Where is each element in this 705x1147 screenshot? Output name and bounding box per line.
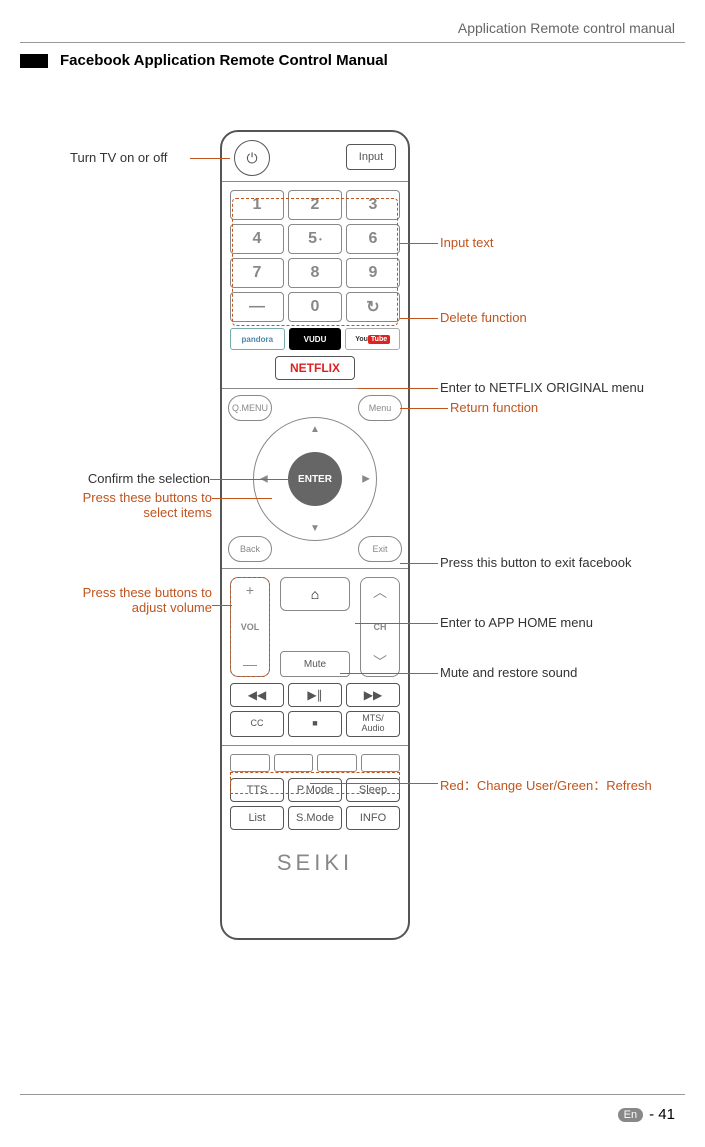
- menu-button[interactable]: Menu: [358, 395, 402, 421]
- youtube-button[interactable]: YouTube: [345, 328, 400, 350]
- numpad-highlight: [232, 198, 398, 326]
- vudu-button[interactable]: VUDU: [289, 328, 342, 350]
- ch-up-icon: ︿: [373, 582, 387, 602]
- rewind-button[interactable]: ◀◀: [230, 683, 284, 707]
- page-number: - 41: [649, 1106, 675, 1123]
- volume-highlight: [230, 577, 270, 677]
- callout-confirm: Confirm the selection: [70, 471, 210, 486]
- callout-volume: Press these buttons to adjust volume: [62, 585, 212, 615]
- forward-icon: ▶▶: [364, 688, 382, 702]
- rewind-icon: ◀◀: [248, 688, 266, 702]
- page-header: Application Remote control manual: [458, 20, 675, 36]
- header-rule: [20, 42, 685, 43]
- extras-section: TTS P.Mode Sleep List S.Mode INFO SEIKI: [222, 746, 408, 904]
- arrow-up-icon[interactable]: ▲: [310, 424, 320, 435]
- green-button[interactable]: [274, 754, 314, 772]
- power-button[interactable]: ⏻: [234, 140, 270, 176]
- callout-power: Turn TV on or off: [70, 150, 167, 165]
- pandora-button[interactable]: pandora: [230, 328, 285, 350]
- back-button[interactable]: Back: [228, 536, 272, 562]
- callout-select: Press these buttons to select items: [62, 490, 212, 520]
- power-icon: ⏻: [246, 150, 257, 167]
- callout-color: Red：Change User/Green：Refresh: [440, 775, 652, 794]
- cc-button[interactable]: CC: [230, 711, 284, 737]
- arrow-right-icon[interactable]: ▶: [362, 474, 370, 485]
- exit-button[interactable]: Exit: [358, 536, 402, 562]
- stop-button[interactable]: ■: [288, 711, 342, 737]
- section-title: Facebook Application Remote Control Manu…: [60, 52, 388, 69]
- stop-icon: ■: [312, 719, 317, 729]
- smode-button[interactable]: S.Mode: [288, 806, 342, 830]
- play-pause-icon: ▶∥: [307, 688, 322, 702]
- ch-down-icon: ﹀: [373, 652, 387, 672]
- callout-delete: Delete function: [440, 310, 527, 325]
- brand-logo: SEIKI: [230, 830, 400, 896]
- info-button[interactable]: INFO: [346, 806, 400, 830]
- yellow-button[interactable]: [317, 754, 357, 772]
- page-footer: En - 41: [618, 1106, 675, 1123]
- arrow-down-icon[interactable]: ▼: [310, 523, 320, 534]
- netflix-button[interactable]: NETFLIX: [275, 356, 355, 380]
- footer-rule: [20, 1094, 685, 1095]
- play-pause-button[interactable]: ▶∥: [288, 683, 342, 707]
- list-button[interactable]: List: [230, 806, 284, 830]
- callout-return: Return function: [450, 400, 538, 415]
- app-row: pandora VUDU YouTube: [230, 328, 400, 350]
- forward-button[interactable]: ▶▶: [346, 683, 400, 707]
- qmenu-button[interactable]: Q.MENU: [228, 395, 272, 421]
- channel-rocker[interactable]: ︿ CH ﹀: [360, 577, 400, 677]
- section-title-bar: [20, 54, 48, 68]
- remote-body: ⏻ Input 1 2 3 4 5• 6 7 8 9 — 0 ↻ pandora…: [220, 130, 410, 940]
- enter-button[interactable]: ENTER: [288, 452, 342, 506]
- callout-mute: Mute and restore sound: [440, 665, 577, 680]
- media-section: + VOL — ⌂ Mute ︿ CH ﹀ ◀◀ ▶∥ ▶▶ CC ■ MTS/…: [222, 569, 408, 746]
- red-button[interactable]: [230, 754, 270, 772]
- lang-badge: En: [618, 1108, 643, 1122]
- home-icon: ⌂: [311, 586, 319, 602]
- callout-exit: Press this button to exit facebook: [440, 555, 632, 570]
- callout-input-text: Input text: [440, 235, 493, 250]
- blue-button[interactable]: [361, 754, 401, 772]
- callout-home: Enter to APP HOME menu: [440, 615, 593, 630]
- input-button[interactable]: Input: [346, 144, 396, 170]
- home-button[interactable]: ⌂: [280, 577, 350, 611]
- mts-button[interactable]: MTS/ Audio: [346, 711, 400, 737]
- callout-netflix: Enter to NETFLIX ORIGINAL menu: [440, 380, 644, 395]
